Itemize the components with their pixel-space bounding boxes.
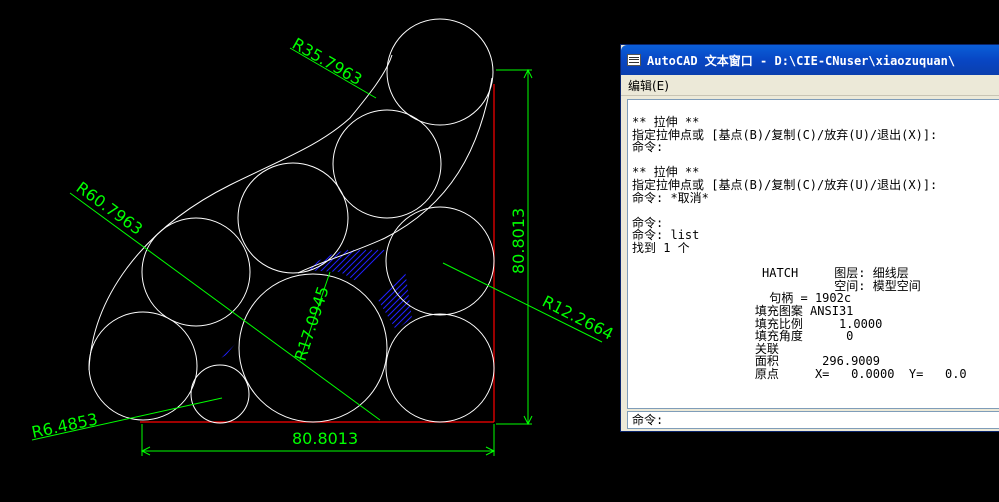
history-line [632,204,999,217]
history-line: 面积 296.9009 [632,354,880,369]
command-prompt: 命令: [632,413,664,427]
history-line: 命令: [632,140,664,155]
dim-r-big-arc: R60.7963 [73,178,147,239]
circle-mid-upper[interactable] [237,162,349,274]
text-window-titlebar[interactable]: AutoCAD 文本窗口 - D:\CIE-CNuser\xiaozuquan\ [621,45,999,75]
circle-left-upper[interactable] [141,217,251,327]
history-line: ** 拉伸 ** [632,115,700,129]
dim-r-top: R35.7963 [289,34,365,89]
circle-top[interactable] [386,18,494,126]
circle-right-upper[interactable] [385,206,495,316]
dim-r-center: R17.0945 [291,284,333,363]
history-line: 填充角度 0 [632,329,854,344]
history-line: 指定拉伸点或 [基点(B)/复制(C)/放弃(U)/退出(X)]: [632,127,938,142]
text-window-title: AutoCAD 文本窗口 - D:\CIE-CNuser\xiaozuquan\ [647,53,956,68]
boundary-edges [140,84,495,423]
command-input[interactable]: 命令: [627,411,999,429]
text-window-menubar: 编辑(E) [621,75,999,96]
history-line: 填充图案 ANSI31 [632,303,854,318]
menu-edit[interactable]: 编辑(E) [628,77,669,94]
circle-small[interactable] [190,364,250,424]
history-line: 指定拉伸点或 [基点(B)/复制(C)/放弃(U)/退出(X)]: [632,177,938,192]
autocad-text-window[interactable]: AutoCAD 文本窗口 - D:\CIE-CNuser\xiaozuquan\… [620,44,999,432]
dim-r-small: R6.4853 [30,409,100,442]
history-line: HATCH 图层: 细线层 [632,266,909,281]
outer-arc-top[interactable] [297,77,493,274]
circle-upper[interactable] [332,109,442,219]
command-history[interactable]: ** 拉伸 ** 指定拉伸点或 [基点(B)/复制(C)/放弃(U)/退出(X)]… [627,99,999,409]
circle-right-bottom[interactable] [385,313,495,423]
dim-height: 80.8013 [509,208,528,274]
outer-arc-big[interactable] [88,54,393,371]
history-line: 原点 X= 0.0000 Y= 0.0 [632,366,967,381]
dim-r-right: R12.2664 [539,292,616,344]
text-window-icon [627,54,641,66]
dim-width: 80.8013 [292,429,358,448]
circle-left-bottom[interactable] [88,311,198,421]
history-line: 找到 1 个 [632,240,690,255]
circle-group[interactable] [88,18,495,424]
outer-arcs[interactable] [88,54,493,371]
hatch-pattern [205,249,412,368]
command-history-text: ** 拉伸 ** 指定拉伸点或 [基点(B)/复制(C)/放弃(U)/退出(X)]… [628,100,999,380]
history-line: 命令: *取消* [632,190,709,205]
